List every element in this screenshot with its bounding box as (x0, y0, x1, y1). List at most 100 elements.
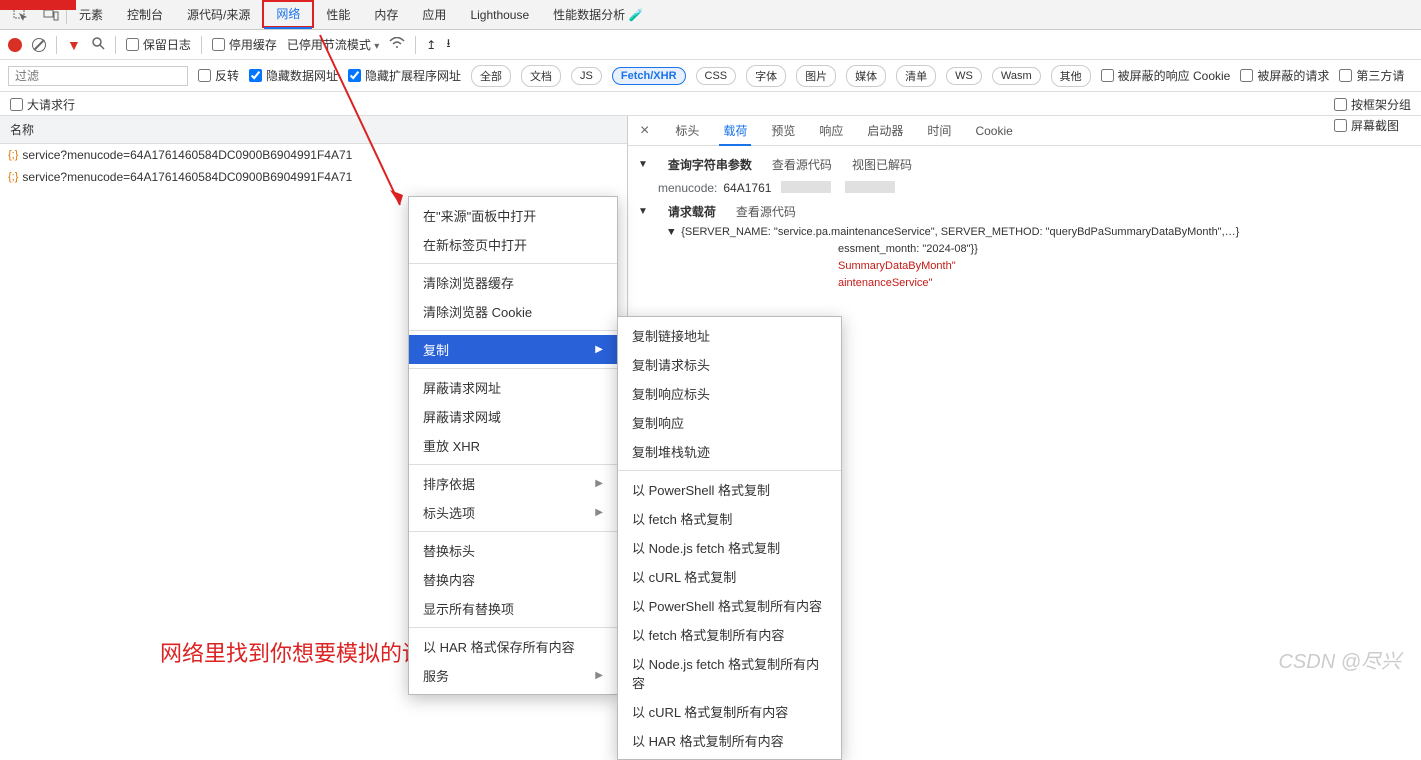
query-string-header[interactable]: ▼ 查询字符串参数 查看源代码 视图已解码 (638, 152, 1411, 177)
menu-block-domain[interactable]: 屏蔽请求网域 (409, 402, 617, 431)
request-payload-header[interactable]: ▼ 请求载荷 查看源代码 (638, 199, 1411, 224)
dtab-initiator[interactable]: 启动器 (863, 116, 907, 146)
menu-sort[interactable]: 排序依据▶ (409, 469, 617, 498)
close-detail-button[interactable]: × (634, 122, 655, 140)
menu-separator (618, 470, 841, 471)
menu-separator (409, 627, 617, 628)
pill-media[interactable]: 媒体 (846, 65, 886, 87)
dtab-timing[interactable]: 时间 (923, 116, 955, 146)
pill-fetch[interactable]: Fetch/XHR (612, 67, 686, 85)
menu-block-url[interactable]: 屏蔽请求网址 (409, 373, 617, 402)
blocked-requests[interactable]: 被屏蔽的请求 (1240, 67, 1329, 84)
menu-copy-all-powershell[interactable]: 以 PowerShell 格式复制所有内容 (618, 591, 841, 620)
menu-open-sources[interactable]: 在"来源"面板中打开 (409, 201, 617, 230)
name-column-header[interactable]: 名称 (0, 116, 627, 144)
hide-ext-urls[interactable]: 隐藏扩展程序网址 (348, 67, 461, 84)
menu-copy-link[interactable]: 复制链接地址 (618, 321, 841, 350)
disable-cache-checkbox[interactable]: 停用缓存 (212, 36, 277, 53)
pill-ws[interactable]: WS (946, 67, 982, 85)
big-rows[interactable]: 大请求行 (10, 96, 75, 113)
clear-button[interactable] (32, 38, 46, 52)
payload-line: essment_month: "2024-08"}} (638, 241, 1411, 258)
download-icon[interactable]: ⭳ (446, 34, 450, 55)
pill-wasm[interactable]: Wasm (992, 67, 1041, 85)
view-decoded-link[interactable]: 视图已解码 (852, 156, 912, 173)
tab-memory[interactable]: 内存 (362, 0, 410, 30)
menu-copy-all-curl[interactable]: 以 cURL 格式复制所有内容 (618, 697, 841, 726)
options-row: 大请求行 概览 按框架分组 屏幕截图 (0, 92, 1421, 116)
dtab-response[interactable]: 响应 (815, 116, 847, 146)
dtab-payload[interactable]: 载荷 (719, 116, 751, 146)
upload-icon[interactable]: ↥ (426, 38, 436, 52)
view-source-link[interactable]: 查看源代码 (772, 156, 832, 173)
menu-replay-xhr[interactable]: 重放 XHR (409, 431, 617, 460)
menu-sort-label: 排序依据 (423, 474, 475, 493)
menu-save-har[interactable]: 以 HAR 格式保存所有内容 (409, 632, 617, 661)
filter-icon[interactable]: ▼ (67, 37, 81, 53)
record-button[interactable] (8, 38, 22, 52)
menu-copy-response[interactable]: 复制响应 (618, 408, 841, 437)
menu-service[interactable]: 服务▶ (409, 661, 617, 690)
tab-lighthouse[interactable]: Lighthouse (458, 0, 541, 30)
menu-separator (409, 368, 617, 369)
request-row[interactable]: {;}service?menucode=64A1761460584DC0900B… (0, 144, 627, 166)
third-party[interactable]: 第三方请 (1339, 67, 1404, 84)
redacted-bar (781, 181, 831, 193)
menu-header-options[interactable]: 标头选项▶ (409, 498, 617, 527)
dtab-cookies[interactable]: Cookie (971, 116, 1016, 146)
preserve-log-checkbox[interactable]: 保留日志 (126, 36, 191, 53)
tab-network[interactable]: 网络 (264, 0, 312, 29)
reverse-checkbox[interactable]: 反转 (198, 67, 239, 84)
menu-copy-fetch[interactable]: 以 fetch 格式复制 (618, 504, 841, 533)
menu-replace-headers[interactable]: 替换标头 (409, 536, 617, 565)
pill-manifest[interactable]: 清单 (896, 65, 936, 87)
pill-other[interactable]: 其他 (1051, 65, 1091, 87)
menu-replace-content[interactable]: 替换内容 (409, 565, 617, 594)
menu-copy-resp-headers[interactable]: 复制响应标头 (618, 379, 841, 408)
tab-perfdata[interactable]: 性能数据分析 🧪 (541, 0, 655, 30)
by-frame[interactable]: 按框架分组 (1334, 96, 1411, 113)
menu-copy[interactable]: 复制▶ (409, 335, 617, 364)
menu-copy-all-nodejs[interactable]: 以 Node.js fetch 格式复制所有内容 (618, 649, 841, 697)
view-source-link2[interactable]: 查看源代码 (736, 203, 796, 220)
detail-tabs: × 标头 载荷 预览 响应 启动器 时间 Cookie (628, 116, 1421, 146)
tab-sources[interactable]: 源代码/来源 (175, 0, 262, 30)
search-icon[interactable] (91, 36, 105, 53)
filter-input[interactable] (8, 66, 188, 86)
blocked-req-label: 被屏蔽的请求 (1257, 67, 1329, 84)
hide-data-label: 隐藏数据网址 (266, 67, 338, 84)
network-highlight-box: 网络 (262, 0, 314, 28)
menu-copy-all-fetch[interactable]: 以 fetch 格式复制所有内容 (618, 620, 841, 649)
menu-open-tab[interactable]: 在新标签页中打开 (409, 230, 617, 259)
divider (201, 36, 202, 54)
request-row[interactable]: {;}service?menucode=64A1761460584DC0900B… (0, 166, 627, 188)
throttle-select[interactable]: 已停用节流模式 ▾ (287, 36, 379, 53)
dtab-headers[interactable]: 标头 (671, 116, 703, 146)
menu-copy-all-har[interactable]: 以 HAR 格式复制所有内容 (618, 726, 841, 755)
submenu-arrow-icon: ▶ (595, 507, 603, 518)
menu-copy-curl[interactable]: 以 cURL 格式复制 (618, 562, 841, 591)
wifi-icon[interactable] (389, 37, 405, 52)
pill-img[interactable]: 图片 (796, 65, 836, 87)
pill-doc[interactable]: 文档 (521, 65, 561, 87)
dtab-preview[interactable]: 预览 (767, 116, 799, 146)
pill-css[interactable]: CSS (696, 67, 737, 85)
pill-js[interactable]: JS (571, 67, 602, 85)
menu-copy-powershell[interactable]: 以 PowerShell 格式复制 (618, 475, 841, 504)
pill-all[interactable]: 全部 (471, 65, 511, 87)
pill-font[interactable]: 字体 (746, 65, 786, 87)
hide-data-urls[interactable]: 隐藏数据网址 (249, 67, 338, 84)
menu-show-replace[interactable]: 显示所有替换项 (409, 594, 617, 623)
tab-console[interactable]: 控制台 (115, 0, 175, 30)
menu-clear-cookie[interactable]: 清除浏览器 Cookie (409, 297, 617, 326)
menu-clear-cache[interactable]: 清除浏览器缓存 (409, 268, 617, 297)
menu-copy-nodejs[interactable]: 以 Node.js fetch 格式复制 (618, 533, 841, 562)
blocked-cookies-label: 被屏蔽的响应 Cookie (1118, 67, 1231, 84)
menu-copy-stacktrace[interactable]: 复制堆栈轨迹 (618, 437, 841, 466)
tab-performance[interactable]: 性能 (314, 0, 362, 30)
tab-application[interactable]: 应用 (410, 0, 458, 30)
big-rows-label: 大请求行 (27, 96, 75, 113)
preserve-log-label: 保留日志 (143, 36, 191, 53)
blocked-cookies[interactable]: 被屏蔽的响应 Cookie (1101, 67, 1231, 84)
menu-copy-req-headers[interactable]: 复制请求标头 (618, 350, 841, 379)
